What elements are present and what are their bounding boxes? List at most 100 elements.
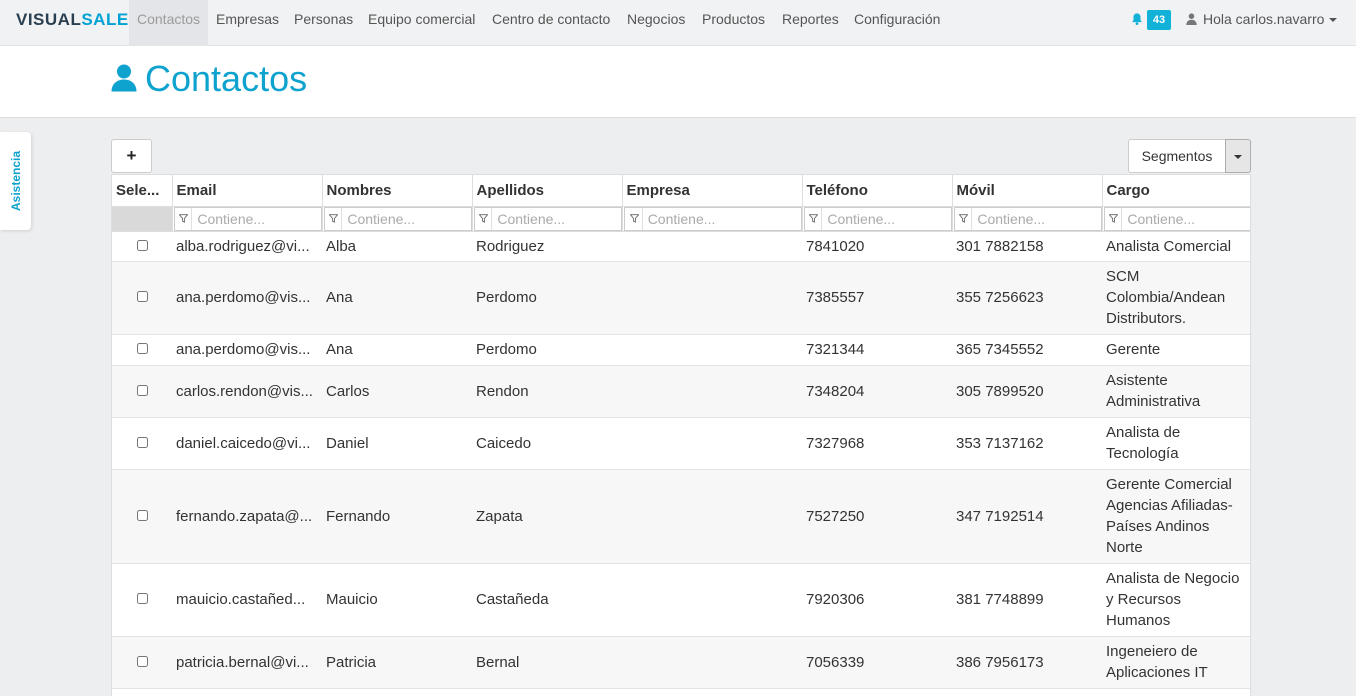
row-select-checkbox[interactable] bbox=[136, 384, 148, 396]
filter-icon[interactable] bbox=[807, 207, 823, 230]
cell-movil: 355 7256623 bbox=[952, 261, 1102, 335]
cell-cargo: Gerente Comercial Agencias Afiliadas-Paí… bbox=[1102, 469, 1250, 564]
cell-email[interactable]: carlos.rendon@vis... bbox=[172, 365, 322, 418]
notification-count-badge[interactable]: 43 bbox=[1147, 10, 1171, 30]
table-row[interactable]: ana.perdomo@vis... Ana Perdomo 7385557 355 7… bbox=[112, 261, 1250, 335]
select-cell bbox=[112, 417, 172, 470]
cell-cargo: Ingeneiero de Aplicaciones IT bbox=[1102, 636, 1250, 689]
table-row[interactable]: ana.perdomo@vis... Ana Perdomo 7321344 365 7… bbox=[112, 334, 1250, 366]
filter-cell-empresa bbox=[622, 206, 803, 232]
filter-cell-select bbox=[112, 206, 173, 232]
filter-input-telefono[interactable] bbox=[822, 210, 951, 227]
cell-telefono: 7527250 bbox=[802, 469, 952, 564]
row-select-checkbox[interactable] bbox=[136, 436, 148, 448]
filter-input-apellidos[interactable] bbox=[492, 210, 621, 227]
filter-cell-apellidos bbox=[472, 206, 623, 232]
filter-input-cargo[interactable] bbox=[1122, 210, 1250, 227]
cell-apellidos: Castañeda bbox=[472, 563, 622, 637]
segments-button[interactable]: Segmentos bbox=[1128, 139, 1226, 173]
column-header-select[interactable]: Sele... bbox=[112, 175, 173, 207]
user-menu[interactable]: Hola carlos.navarro bbox=[1186, 0, 1338, 38]
nav-item-negocios[interactable]: Negocios bbox=[619, 0, 693, 46]
bell-icon[interactable] bbox=[1130, 12, 1144, 26]
page-header: Contactos bbox=[0, 46, 1356, 118]
cell-apellidos: Rendon bbox=[472, 365, 622, 418]
nav-item-equipo-comercial[interactable]: Equipo comercial bbox=[360, 0, 483, 46]
column-header-telefono[interactable]: Teléfono bbox=[802, 175, 953, 207]
select-cell bbox=[112, 231, 172, 262]
filter-input-empresa[interactable] bbox=[642, 210, 801, 227]
user-icon bbox=[111, 64, 137, 92]
filter-icon[interactable] bbox=[957, 207, 973, 230]
assistance-side-tab[interactable]: Asistencia bbox=[0, 132, 31, 230]
cell-apellidos: Perdomo bbox=[472, 261, 622, 335]
cell-telefono: 7321344 bbox=[802, 334, 952, 366]
cell-telefono: 7841020 bbox=[802, 231, 952, 262]
cell-email[interactable]: alba.rodriguez@vi... bbox=[172, 231, 322, 262]
column-header-nombres[interactable]: Nombres bbox=[322, 175, 473, 207]
table-row[interactable]: daniel.caicedo@vi... Daniel Caicedo 7327968… bbox=[112, 417, 1250, 470]
cell-email[interactable]: patricia.bernal@vi... bbox=[172, 636, 322, 689]
filter-input-email[interactable] bbox=[192, 210, 321, 227]
table-row[interactable]: mauicio.castañed... Mauicio Castañeda 79203… bbox=[112, 563, 1250, 637]
row-select-checkbox[interactable] bbox=[136, 655, 148, 667]
column-header-empresa[interactable]: Empresa bbox=[622, 175, 803, 207]
nav-item-productos[interactable]: Productos bbox=[694, 0, 773, 46]
cell-movil: 353 7137162 bbox=[952, 417, 1102, 470]
nav-item-contactos[interactable]: Contactos bbox=[129, 0, 209, 46]
cell-movil: 365 7345552 bbox=[952, 334, 1102, 366]
column-header-cargo[interactable]: Cargo bbox=[1102, 175, 1250, 207]
user-greeting: Hola carlos.navarro bbox=[1203, 11, 1325, 27]
nav-item-personas[interactable]: Personas bbox=[286, 0, 361, 46]
table-row[interactable]: carlos.rendon@vis... Carlos Rendon 7348204 3… bbox=[112, 365, 1250, 418]
cell-email[interactable]: ana.perdomo@vis... bbox=[172, 261, 322, 335]
cell-nombres: Ana bbox=[322, 261, 472, 335]
filter-box bbox=[173, 206, 322, 231]
nav-item-configuracion[interactable]: Configuración bbox=[846, 0, 948, 46]
row-select-checkbox[interactable] bbox=[136, 239, 148, 251]
cell-empresa bbox=[622, 261, 802, 335]
filter-icon[interactable] bbox=[1107, 207, 1123, 230]
cell-movil: 301 7882158 bbox=[952, 231, 1102, 262]
filter-icon[interactable] bbox=[477, 207, 493, 230]
cell-empresa bbox=[622, 365, 802, 418]
nav-item-reportes[interactable]: Reportes bbox=[774, 0, 847, 46]
cell-email[interactable]: fernando.zapata@... bbox=[172, 469, 322, 564]
column-header-movil[interactable]: Móvil bbox=[952, 175, 1103, 207]
filter-cell-telefono bbox=[802, 206, 953, 232]
cell-telefono: 7385557 bbox=[802, 261, 952, 335]
cell-telefono: 7056339 bbox=[802, 636, 952, 689]
nav-item-empresas[interactable]: Empresas bbox=[208, 0, 287, 46]
table-row[interactable]: patricia.bernal@vi... Patricia Bernal 70563… bbox=[112, 636, 1250, 689]
table-row[interactable]: fernando.zapata@... Fernando Zapata 7527250… bbox=[112, 469, 1250, 564]
cell-cargo: Gerente bbox=[1102, 334, 1250, 366]
cell-empresa bbox=[622, 417, 802, 470]
row-select-checkbox[interactable] bbox=[136, 593, 148, 604]
filter-cell-movil bbox=[952, 206, 1103, 232]
page-title: Contactos bbox=[111, 58, 307, 100]
cell-movil: 381 7748899 bbox=[952, 563, 1102, 637]
row-select-checkbox[interactable] bbox=[136, 343, 148, 354]
table-row[interactable]: alba.rodriguez@vi... Alba Rodriguez 7841020… bbox=[112, 231, 1250, 262]
cell-email[interactable]: ana.perdomo@vis... bbox=[172, 334, 322, 366]
segments-dropdown-toggle[interactable] bbox=[1225, 139, 1251, 173]
filter-input-movil[interactable] bbox=[972, 210, 1101, 227]
cell-email[interactable]: daniel.caicedo@vi... bbox=[172, 417, 322, 470]
column-header-apellidos[interactable]: Apellidos bbox=[472, 175, 623, 207]
app-logo[interactable]: VISUALSALE bbox=[16, 10, 129, 30]
filter-box bbox=[623, 206, 802, 231]
filter-input-nombres[interactable] bbox=[342, 210, 471, 227]
cell-empresa bbox=[622, 231, 802, 262]
filter-icon[interactable] bbox=[177, 207, 193, 230]
nav-item-centro-de-contacto[interactable]: Centro de contacto bbox=[484, 0, 618, 46]
select-cell bbox=[112, 469, 172, 564]
filter-icon[interactable] bbox=[627, 207, 643, 230]
cell-empresa bbox=[622, 334, 802, 366]
row-select-checkbox[interactable] bbox=[136, 509, 148, 521]
cell-email[interactable]: mauicio.castañed... bbox=[172, 563, 322, 637]
column-header-email[interactable]: Email bbox=[172, 175, 323, 207]
cell-empresa bbox=[622, 636, 802, 689]
add-contact-button[interactable]: + bbox=[111, 139, 152, 173]
row-select-checkbox[interactable] bbox=[136, 291, 148, 302]
filter-icon[interactable] bbox=[327, 207, 343, 230]
